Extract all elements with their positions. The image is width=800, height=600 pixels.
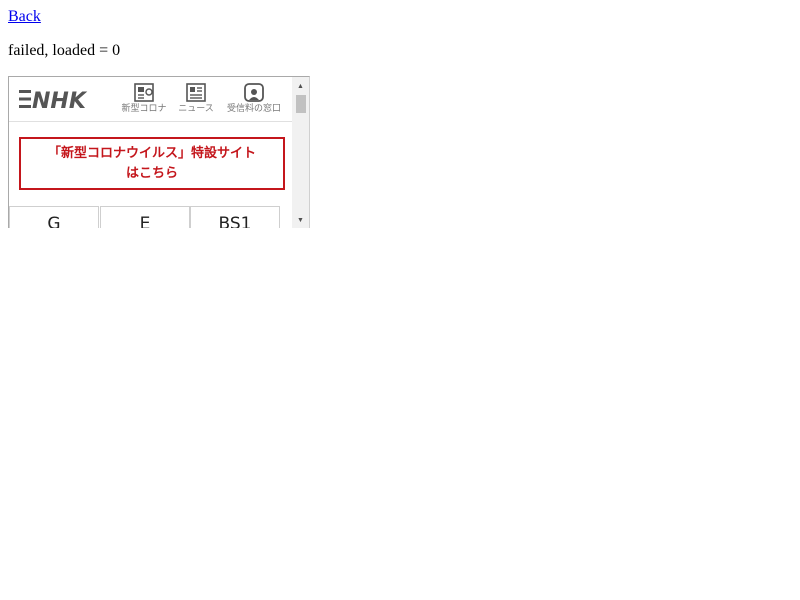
nav-news-label: ニュース xyxy=(178,104,214,114)
channel-tab-e[interactable]: E xyxy=(100,206,190,228)
scroll-down-arrow-icon[interactable]: ▼ xyxy=(292,213,309,227)
channel-tab-g[interactable]: G xyxy=(9,206,99,228)
channel-tab-label: G xyxy=(47,214,61,228)
nav-reception-window[interactable]: 受信料の窓口 xyxy=(221,81,287,119)
load-status-text: failed, loaded = 0 xyxy=(8,42,121,59)
tv-window-icon xyxy=(244,83,264,102)
banner-line-1: 「新型コロナウイルス」特設サイト xyxy=(47,146,256,161)
back-link[interactable]: Back xyxy=(8,8,41,26)
embedded-header: NHK 新型コロナ ニュース 受信料の窓口 xyxy=(9,77,292,122)
channel-tab-label: E xyxy=(139,214,151,228)
corona-news-icon xyxy=(134,83,154,102)
corona-special-site-banner[interactable]: 「新型コロナウイルス」特設サイト はこちら xyxy=(19,137,285,190)
nav-corona[interactable]: 新型コロナ xyxy=(119,81,169,119)
embedded-page: NHK 新型コロナ ニュース 受信料の窓口 「新型コロナウイルス」特設サイト は… xyxy=(9,77,292,228)
channel-tab-bs1[interactable]: BS1 xyxy=(190,206,280,228)
newspaper-icon xyxy=(186,83,206,102)
nav-news[interactable]: ニュース xyxy=(175,81,217,119)
nhk-logo[interactable]: NHK xyxy=(19,87,101,111)
logo-text: NHK xyxy=(32,89,88,111)
embedded-iframe[interactable]: NHK 新型コロナ ニュース 受信料の窓口 「新型コロナウイルス」特設サイト は… xyxy=(8,76,310,228)
scroll-up-arrow-icon[interactable]: ▲ xyxy=(292,79,309,93)
scroll-thumb[interactable] xyxy=(296,95,306,113)
page: Back failed, loaded = 0 NHK 新型コロナ ニュース 受… xyxy=(0,0,800,600)
channel-tabs: G E BS1 xyxy=(9,206,281,228)
iframe-scrollbar[interactable]: ▲ ▼ xyxy=(292,77,309,228)
nav-corona-label: 新型コロナ xyxy=(121,104,167,114)
channel-tab-label: BS1 xyxy=(218,214,252,228)
nav-reception-window-label: 受信料の窓口 xyxy=(226,104,281,114)
banner-line-2: はこちら xyxy=(125,166,178,181)
